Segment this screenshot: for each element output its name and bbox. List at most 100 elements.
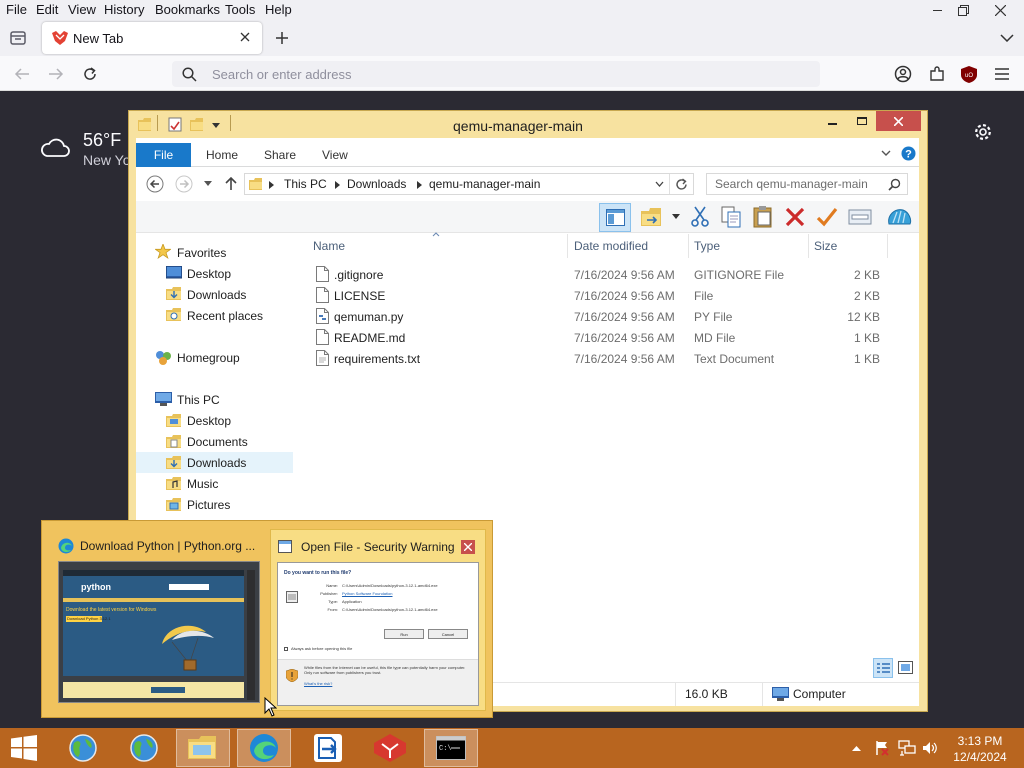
volume-icon[interactable] [922, 741, 938, 755]
firefox-view-button[interactable] [6, 26, 30, 50]
taskbar-browser-1[interactable] [56, 729, 110, 767]
cut-icon[interactable] [691, 206, 709, 228]
show-hidden-icons-icon[interactable] [852, 745, 861, 751]
nav-homegroup[interactable]: Homegroup [177, 351, 240, 365]
details-view-button[interactable] [873, 658, 893, 678]
taskbar-transfer-app[interactable] [301, 729, 355, 767]
thumbnail-python-download[interactable]: Download Python | Python.org ... python … [54, 533, 264, 705]
menu-help[interactable]: Help [265, 2, 292, 17]
up-arrow-icon[interactable] [225, 177, 237, 190]
explorer-maximize-button[interactable] [848, 111, 876, 131]
taskbar-edge[interactable] [237, 729, 291, 767]
file-row[interactable]: .gitignore 7/16/2024 9:56 AM GITIGNORE F… [310, 264, 890, 285]
menu-view[interactable]: View [68, 2, 96, 17]
new-folder-icon[interactable] [190, 118, 204, 131]
nav-this-pc[interactable]: This PC [177, 393, 220, 407]
delete-icon[interactable] [785, 207, 805, 227]
help-icon[interactable]: ? [901, 146, 916, 161]
column-header-date[interactable]: Date modified [574, 239, 648, 253]
preview-pane-button[interactable] [599, 203, 631, 232]
ribbon-tab-share[interactable]: Share [264, 148, 296, 162]
action-center-flag-icon[interactable] [874, 740, 890, 756]
file-row[interactable]: requirements.txt 7/16/2024 9:56 AM Text … [310, 348, 890, 369]
tab-close-icon[interactable] [240, 32, 250, 42]
breadcrumb-this-pc[interactable]: This PC [284, 177, 327, 191]
file-row[interactable]: qemuman.py 7/16/2024 9:56 AM PY File 12 … [310, 306, 890, 327]
tab-new-tab[interactable]: New Tab [42, 22, 262, 54]
nav-pc-pictures[interactable]: Pictures [187, 498, 230, 512]
firefox-view-icon [10, 31, 26, 45]
close-window-button[interactable] [976, 0, 1024, 20]
back-button[interactable] [10, 62, 34, 86]
extensions-button[interactable] [925, 62, 949, 86]
nav-pc-desktop[interactable]: Desktop [187, 414, 231, 428]
ribbon-tab-home[interactable]: Home [206, 148, 238, 162]
thumbnail-security-warning[interactable]: Open File - Security Warning Do you want… [270, 529, 486, 711]
menu-tools[interactable]: Tools [225, 2, 255, 17]
paste-icon[interactable] [753, 205, 774, 228]
network-shell-icon[interactable] [887, 206, 912, 228]
nav-pc-music[interactable]: Music [187, 477, 218, 491]
nav-favorites[interactable]: Favorites [177, 246, 226, 260]
ribbon-tab-view[interactable]: View [322, 148, 348, 162]
breadcrumb-downloads[interactable]: Downloads [347, 177, 406, 191]
properties-icon[interactable] [168, 117, 182, 132]
restore-button[interactable] [948, 0, 978, 20]
copy-icon[interactable] [721, 206, 742, 228]
forward-icon[interactable] [175, 175, 193, 193]
back-icon[interactable] [146, 175, 164, 193]
forward-button[interactable] [44, 62, 68, 86]
account-button[interactable] [891, 62, 915, 86]
column-header-name[interactable]: Name [313, 239, 345, 253]
file-row[interactable]: LICENSE 7/16/2024 9:56 AM File 2 KB [310, 285, 890, 306]
file-explorer-icon [188, 736, 216, 759]
customize-dropdown-icon[interactable] [212, 123, 220, 128]
large-icons-view-button[interactable] [896, 658, 916, 678]
nav-fav-desktop[interactable]: Desktop [187, 267, 231, 281]
url-bar[interactable]: Search or enter address [172, 61, 820, 87]
start-button[interactable] [0, 729, 48, 767]
nav-pc-documents[interactable]: Documents [187, 435, 248, 449]
app-menu-button[interactable] [990, 62, 1014, 86]
column-header-type[interactable]: Type [694, 239, 720, 253]
list-all-tabs-button[interactable] [995, 26, 1019, 50]
address-bar[interactable]: This PC Downloads qemu-manager-main [244, 173, 694, 195]
rename-checkmark-icon[interactable] [816, 207, 838, 227]
svg-text:uO: uO [965, 73, 973, 79]
python-file-icon [316, 308, 329, 324]
organize-dropdown-icon[interactable] [672, 214, 680, 219]
new-tab-button[interactable] [270, 26, 294, 50]
taskbar-firefox-variant[interactable] [363, 729, 417, 767]
explorer-search-input[interactable]: Search qemu-manager-main [706, 173, 908, 195]
move-to-folder-icon[interactable] [641, 207, 663, 227]
ublock-button[interactable]: uO [957, 62, 981, 86]
file-row[interactable]: README.md 7/16/2024 9:56 AM MD File 1 KB [310, 327, 890, 348]
taskbar-browser-2[interactable] [117, 729, 171, 767]
menu-edit[interactable]: Edit [36, 2, 58, 17]
taskbar-file-explorer[interactable] [176, 729, 230, 767]
explorer-minimize-button[interactable] [818, 111, 846, 131]
taskbar-command-prompt[interactable]: C:\ [424, 729, 478, 767]
large-icons-view-icon [898, 661, 913, 674]
column-header-size[interactable]: Size [814, 239, 837, 253]
thumbnail-close-button[interactable] [461, 540, 475, 554]
breadcrumb-current-folder[interactable]: qemu-manager-main [429, 177, 540, 191]
refresh-icon[interactable] [675, 178, 688, 191]
nav-fav-recent-places[interactable]: Recent places [187, 309, 263, 323]
nav-fav-downloads[interactable]: Downloads [187, 288, 246, 302]
nav-pc-downloads[interactable]: Downloads [187, 456, 246, 470]
clock[interactable]: 3:13 PM 12/4/2024 [944, 732, 1016, 766]
newtab-settings-icon[interactable] [974, 123, 992, 141]
address-dropdown-icon[interactable] [655, 181, 664, 187]
menu-history[interactable]: History [104, 2, 144, 17]
menu-file[interactable]: File [6, 2, 27, 17]
reload-button[interactable] [78, 62, 102, 86]
properties-box-icon[interactable] [848, 209, 872, 225]
recent-locations-icon[interactable] [204, 181, 212, 186]
menu-bookmarks[interactable]: Bookmarks [155, 2, 220, 17]
parachute-illustration [162, 625, 214, 671]
explorer-close-button[interactable] [876, 111, 921, 131]
ribbon-expand-icon[interactable] [881, 150, 891, 157]
ribbon-tab-file[interactable]: File [136, 143, 191, 167]
network-icon[interactable] [898, 740, 916, 756]
